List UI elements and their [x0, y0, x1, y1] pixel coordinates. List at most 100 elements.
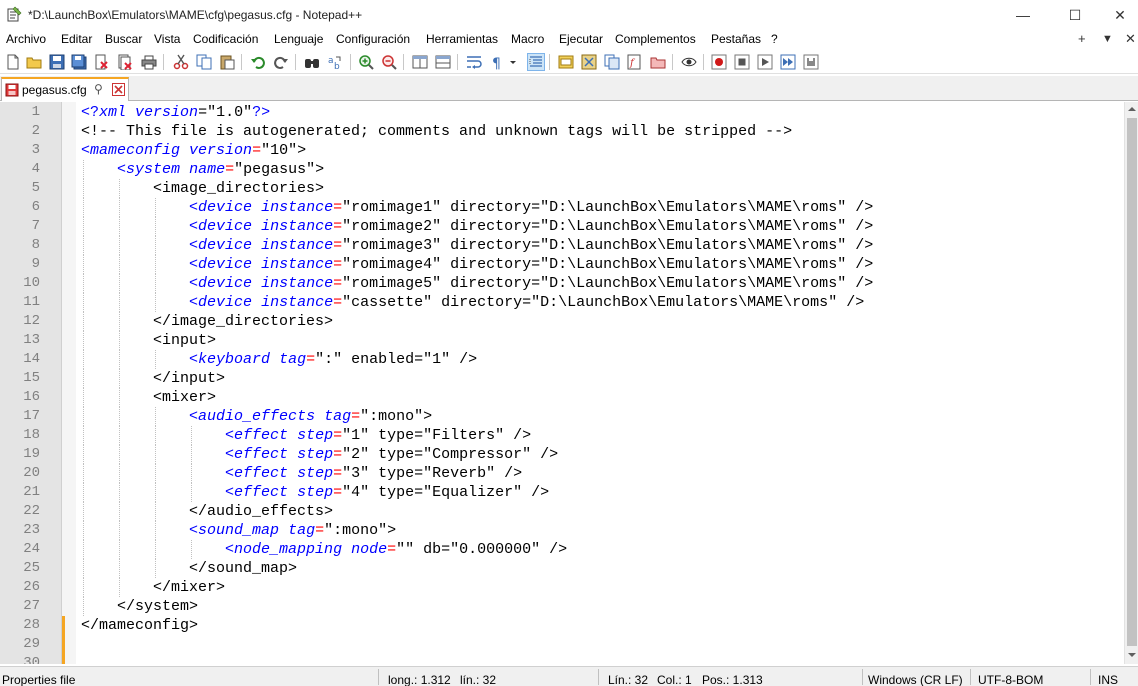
- code-line[interactable]: 28 </mameconfig>: [0, 616, 1124, 635]
- menu-editar[interactable]: Editar: [61, 32, 92, 46]
- show-all-chars-button[interactable]: ¶: [488, 53, 506, 71]
- menu-lenguaje[interactable]: Lenguaje: [274, 32, 323, 46]
- code-line[interactable]: 24 <node_mapping node="" db="0.000000" /…: [0, 540, 1124, 559]
- find-button[interactable]: [303, 53, 321, 71]
- word-wrap-button[interactable]: [465, 53, 483, 71]
- user-language-button[interactable]: [557, 53, 575, 71]
- code-line[interactable]: 19 <effect step="2" type="Compressor" />: [0, 445, 1124, 464]
- code-line[interactable]: 7 <device instance="romimage2" directory…: [0, 217, 1124, 236]
- code-token: <: [189, 294, 199, 311]
- status-eol[interactable]: Windows (CR LF): [868, 673, 963, 686]
- vertical-scrollbar[interactable]: [1124, 102, 1138, 664]
- pin-icon[interactable]: ⚲: [94, 82, 103, 96]
- tab-list-button[interactable]: ▼: [1102, 33, 1113, 45]
- code-line[interactable]: 15 </input>: [0, 369, 1124, 388]
- code-line[interactable]: 16 <mixer>: [0, 388, 1124, 407]
- macro-save-button[interactable]: [802, 53, 820, 71]
- menu-pestanas[interactable]: Pestañas: [711, 32, 761, 46]
- open-file-button[interactable]: [25, 53, 43, 71]
- code-line[interactable]: 8 <device instance="romimage3" directory…: [0, 236, 1124, 255]
- record-icon: [711, 54, 727, 70]
- print-button[interactable]: [140, 53, 158, 71]
- code-line[interactable]: 27 </system>: [0, 597, 1124, 616]
- macro-record-button[interactable]: [710, 53, 728, 71]
- code-line[interactable]: 1 <?xml version="1.0"?>: [0, 103, 1124, 122]
- scroll-up-icon[interactable]: [1127, 104, 1137, 114]
- zoom-out-button[interactable]: [380, 53, 398, 71]
- code-line[interactable]: 13 <input>: [0, 331, 1124, 350]
- menu-archivo[interactable]: Archivo: [6, 32, 46, 46]
- code-line[interactable]: 26 </mixer>: [0, 578, 1124, 597]
- menu-vista[interactable]: Vista: [154, 32, 180, 46]
- save-all-button[interactable]: [70, 53, 88, 71]
- minimize-button[interactable]: —: [1000, 0, 1046, 30]
- new-file-button[interactable]: [4, 53, 22, 71]
- code-line[interactable]: 14 <keyboard tag=":" enabled="1" />: [0, 350, 1124, 369]
- code-line[interactable]: 9 <device instance="romimage4" directory…: [0, 255, 1124, 274]
- menu-macro[interactable]: Macro: [511, 32, 544, 46]
- close-file-button[interactable]: [92, 53, 110, 71]
- indent-guide: [83, 388, 84, 407]
- code-line[interactable]: 5 <image_directories>: [0, 179, 1124, 198]
- status-insert-mode[interactable]: INS: [1098, 673, 1118, 686]
- menu-codificacion[interactable]: Codificación: [193, 32, 258, 46]
- code-line[interactable]: 10 <device instance="romimage5" director…: [0, 274, 1124, 293]
- tab-close-icon[interactable]: [112, 83, 125, 96]
- code-line[interactable]: 6 <device instance="romimage1" directory…: [0, 198, 1124, 217]
- code-line[interactable]: 2 <!-- This file is autogenerated; commen…: [0, 122, 1124, 141]
- undo-button[interactable]: [249, 53, 267, 71]
- code-line[interactable]: 3 <mameconfig version="10">: [0, 141, 1124, 160]
- text-editor[interactable]: 1 <?xml version="1.0"?> 2 <!-- This file is…: [0, 102, 1138, 664]
- doc-list-button[interactable]: [603, 53, 621, 71]
- code-line[interactable]: 22 </audio_effects>: [0, 502, 1124, 521]
- menu-ejecutar[interactable]: Ejecutar: [559, 32, 603, 46]
- menu-buscar[interactable]: Buscar: [105, 32, 142, 46]
- code-line[interactable]: 18 <effect step="1" type="Filters" />: [0, 426, 1124, 445]
- macro-run-multiple-button[interactable]: [779, 53, 797, 71]
- code-text: </mixer>: [81, 578, 225, 597]
- code-line[interactable]: 21 <effect step="4" type="Equalizer" />: [0, 483, 1124, 502]
- menu-herramientas[interactable]: Herramientas: [426, 32, 498, 46]
- scrollbar-thumb[interactable]: [1127, 118, 1137, 646]
- code-line[interactable]: 20 <effect step="3" type="Reverb" />: [0, 464, 1124, 483]
- maximize-button[interactable]: ☐: [1052, 0, 1098, 30]
- menu-help[interactable]: ?: [771, 32, 778, 46]
- new-tab-button[interactable]: +: [1078, 31, 1086, 46]
- sync-vertical-button[interactable]: [411, 53, 429, 71]
- code-line[interactable]: 4 <system name="pegasus">: [0, 160, 1124, 179]
- code-line[interactable]: 11 <device instance="cassette" directory…: [0, 293, 1124, 312]
- close-document-button[interactable]: ✕: [1125, 31, 1136, 47]
- code-line[interactable]: 30: [0, 654, 1124, 664]
- macro-stop-button[interactable]: [733, 53, 751, 71]
- close-window-button[interactable]: ✕: [1097, 0, 1138, 30]
- tab-pegasus-cfg[interactable]: pegasus.cfg ⚲: [1, 77, 129, 101]
- close-all-button[interactable]: [116, 53, 134, 71]
- monitoring-button[interactable]: [680, 53, 698, 71]
- menu-configuracion[interactable]: Configuración: [336, 32, 410, 46]
- code-line[interactable]: 17 <audio_effects tag=":mono">: [0, 407, 1124, 426]
- status-encoding[interactable]: UTF-8-BOM: [978, 673, 1043, 686]
- paste-button[interactable]: [218, 53, 236, 71]
- macro-play-button[interactable]: [756, 53, 774, 71]
- function-list-button[interactable]: f: [626, 53, 644, 71]
- redo-button[interactable]: [272, 53, 290, 71]
- save-button[interactable]: [48, 53, 66, 71]
- zoom-in-button[interactable]: [357, 53, 375, 71]
- menu-complementos[interactable]: Complementos: [615, 32, 696, 46]
- copy-button[interactable]: [195, 53, 213, 71]
- replace-button[interactable]: ab: [326, 53, 344, 71]
- code-line[interactable]: 23 <sound_map tag=":mono">: [0, 521, 1124, 540]
- sync-horizontal-button[interactable]: [434, 53, 452, 71]
- title-bar: *D:\LaunchBox\Emulators\MAME\cfg\pegasus…: [0, 0, 1138, 30]
- show-chars-dropdown[interactable]: [508, 53, 518, 71]
- folder-workspace-button[interactable]: [649, 53, 667, 71]
- code-text: <!-- This file is autogenerated; comment…: [81, 122, 792, 141]
- scroll-down-icon[interactable]: [1127, 650, 1137, 660]
- code-line[interactable]: 25 </sound_map>: [0, 559, 1124, 578]
- indent-guide-button[interactable]: [527, 53, 545, 71]
- copy-icon: [196, 54, 212, 70]
- code-line[interactable]: 29: [0, 635, 1124, 654]
- cut-button[interactable]: [172, 53, 190, 71]
- doc-map-button[interactable]: [580, 53, 598, 71]
- code-line[interactable]: 12 </image_directories>: [0, 312, 1124, 331]
